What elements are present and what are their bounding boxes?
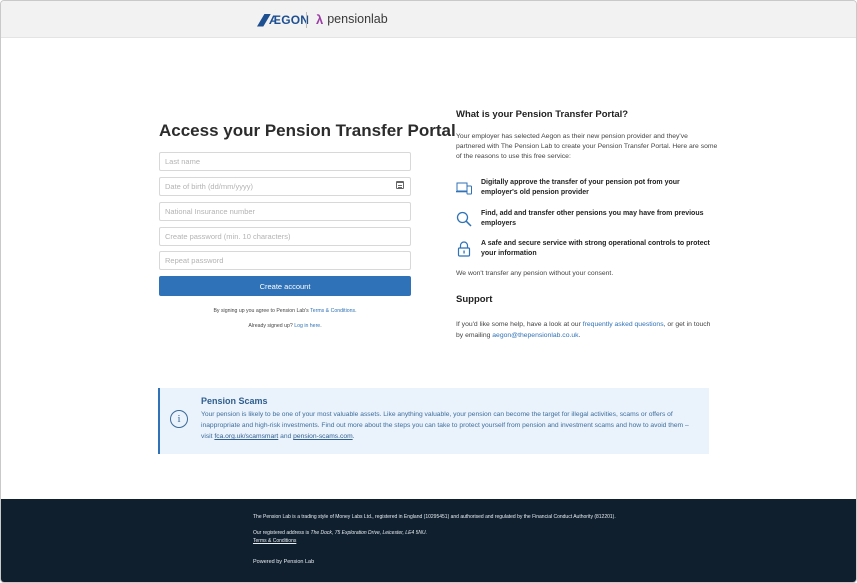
- devices-icon: [456, 182, 472, 195]
- pension-scams-title: Pension Scams: [201, 396, 268, 406]
- pension-scams-and: and: [278, 433, 294, 440]
- footer-address: Our registered address is The Dock, 75 E…: [253, 530, 427, 536]
- support-text-prefix: If you'd like some help, have a look at …: [456, 321, 583, 328]
- form-title: Access your Pension Transfer Portal: [159, 121, 456, 140]
- aegon-logo-text: ÆGON: [269, 13, 310, 27]
- footer-address-value: The Dock, 75 Exploration Drive, Leiceste…: [310, 530, 427, 536]
- create-password-input[interactable]: [159, 227, 411, 246]
- footer-address-prefix: Our registered address is: [253, 530, 311, 536]
- aegon-logo: ÆGON: [257, 13, 309, 27]
- header-bar: ÆGON λ pensionlab: [1, 1, 856, 38]
- pension-scams-notice: i Pension Scams Your pension is likely t…: [158, 388, 709, 454]
- feature-text: Find, add and transfer other pensions yo…: [481, 210, 704, 227]
- feature-item-secure-service: A safe and secure service with strong op…: [456, 239, 718, 263]
- support-email-link[interactable]: aegon@thepensionlab.co.uk: [492, 332, 578, 339]
- footer: The Pension Lab is a trading style of Mo…: [1, 499, 856, 582]
- support-text-suffix: .: [578, 332, 581, 339]
- footer-legal-text: The Pension Lab is a trading style of Mo…: [253, 514, 616, 520]
- terms-link[interactable]: Terms & Conditions: [310, 308, 355, 314]
- scamsmart-link[interactable]: fca.org.uk/scamsmart: [214, 433, 278, 440]
- info-icon: i: [170, 410, 188, 428]
- consent-note: We won't transfer any pension without yo…: [456, 270, 614, 277]
- date-of-birth-input[interactable]: [159, 177, 411, 196]
- login-prefix: Already signed up?: [248, 323, 295, 329]
- pensionlab-lambda-icon: λ: [316, 12, 324, 27]
- pensionlab-logo-text: pensionlab: [327, 12, 388, 26]
- terms-notice: By signing up you agree to Pension Lab's…: [159, 308, 411, 314]
- support-text: If you'd like some help, have a look at …: [456, 319, 718, 341]
- page-frame: ÆGON λ pensionlab Access your Pension Tr…: [0, 0, 857, 583]
- footer-terms-link[interactable]: Terms & Conditions: [253, 538, 296, 544]
- create-account-button[interactable]: Create account: [159, 276, 411, 296]
- terms-suffix: .: [355, 308, 357, 314]
- search-icon: [456, 211, 472, 227]
- calendar-icon[interactable]: [396, 181, 404, 189]
- pensionlab-logo: λ pensionlab: [316, 12, 388, 27]
- feature-item-find-pensions: Find, add and transfer other pensions yo…: [456, 209, 718, 233]
- feature-text: Digitally approve the transfer of your p…: [481, 179, 680, 196]
- national-insurance-input[interactable]: [159, 202, 411, 221]
- login-suffix: .: [320, 323, 322, 329]
- login-notice: Already signed up? Log in here.: [159, 323, 411, 329]
- feature-item-digital-approval: Digitally approve the transfer of your p…: [456, 178, 718, 202]
- support-title: Support: [456, 294, 493, 305]
- pension-scams-link[interactable]: pension-scams.com: [293, 433, 352, 440]
- pension-scams-end: .: [352, 433, 355, 440]
- logo-divider: [306, 12, 307, 28]
- padlock-icon: [457, 241, 471, 257]
- last-name-input[interactable]: [159, 152, 411, 171]
- login-link[interactable]: Log in here: [294, 323, 320, 329]
- info-intro: Your employer has selected Aegon as thei…: [456, 133, 718, 160]
- feature-text: A safe and secure service with strong op…: [481, 240, 710, 257]
- repeat-password-input[interactable]: [159, 251, 411, 270]
- terms-prefix: By signing up you agree to Pension Lab's: [213, 308, 311, 314]
- pension-scams-text: Your pension is likely to be one of your…: [201, 409, 701, 442]
- footer-powered-by: Powered by Pension Lab: [253, 559, 315, 565]
- faq-link[interactable]: frequently asked questions: [583, 321, 664, 328]
- info-title: What is your Pension Transfer Portal?: [456, 109, 629, 120]
